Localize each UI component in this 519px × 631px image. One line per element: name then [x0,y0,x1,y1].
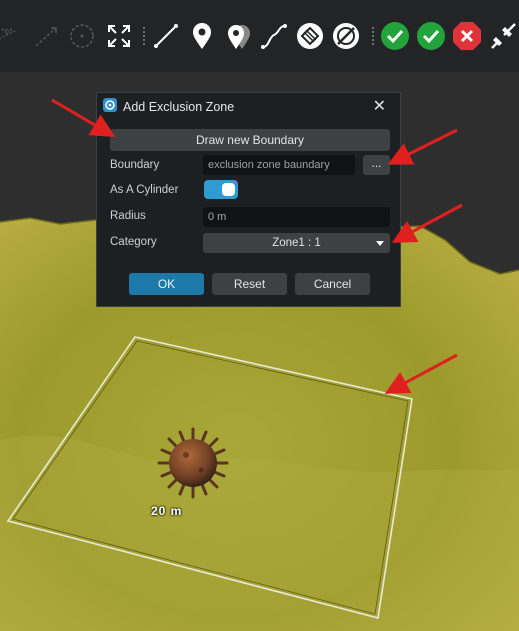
cancel-button[interactable]: Cancel [295,273,370,295]
toolbar-separator [143,26,145,46]
close-icon[interactable]: ✕ [373,96,386,116]
exclusion-zone-icon[interactable] [294,20,326,52]
ok-button[interactable]: OK [129,273,204,295]
mine-model [157,427,229,499]
reject-icon[interactable] [451,20,483,52]
category-label: Category [110,236,157,248]
dialog-title: Add Exclusion Zone [123,100,235,114]
line-tool-icon[interactable] [150,20,182,52]
disconnect-icon[interactable] [487,20,519,52]
circle-tool-icon[interactable] [66,20,98,52]
dropdown-arrow-icon [376,241,384,246]
category-value: Zone1 : 1 [272,237,321,249]
multi-placemark-icon[interactable] [222,20,254,52]
measure-icon[interactable] [30,20,62,52]
toggle-knob [222,183,235,196]
accept-all-icon[interactable] [415,20,447,52]
cylinder-label: As A Cylinder [110,184,179,196]
boundary-input[interactable] [203,155,355,175]
category-dropdown[interactable]: Zone1 : 1 [203,233,390,253]
svg-text:°0°: °0° [1,28,12,36]
toolbar-separator [372,26,374,46]
rotate-icon[interactable]: °0° [0,20,26,52]
placemark-icon[interactable] [186,20,218,52]
cylinder-toggle[interactable] [204,180,238,199]
app-icon [103,98,117,112]
fullscreen-icon[interactable] [103,20,135,52]
scale-label: 20 m [151,504,183,518]
radius-label: Radius [110,210,146,222]
reset-button[interactable]: Reset [212,273,287,295]
draw-new-boundary-button[interactable]: Draw new Boundary [110,129,390,151]
boundary-label: Boundary [110,159,160,171]
add-exclusion-zone-dialog: Add Exclusion Zone ✕ Draw new Boundary B… [96,92,401,307]
toolbar: °0° [0,0,519,72]
browse-boundary-button[interactable]: ... [363,155,390,175]
dialog-titlebar[interactable]: Add Exclusion Zone ✕ [97,93,400,120]
path-tool-icon[interactable] [258,20,290,52]
radius-input[interactable] [203,207,390,227]
accept-icon[interactable] [379,20,411,52]
no-zone-icon[interactable] [330,20,362,52]
